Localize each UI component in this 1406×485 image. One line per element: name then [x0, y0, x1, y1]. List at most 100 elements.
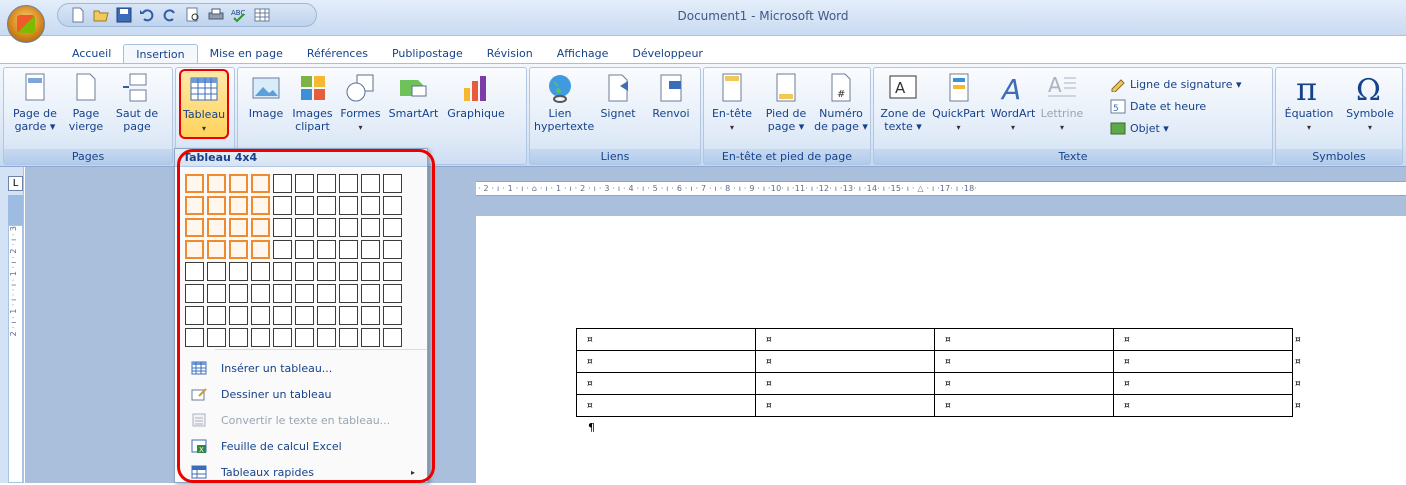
grid-cell[interactable]: [339, 262, 358, 281]
table-cell[interactable]: ¤: [576, 350, 756, 373]
grid-cell[interactable]: [229, 240, 248, 259]
grid-cell[interactable]: [317, 306, 336, 325]
grid-cell[interactable]: [361, 284, 380, 303]
grid-cell[interactable]: [339, 218, 358, 237]
date-et-heure-button[interactable]: 5 Date et heure: [1110, 98, 1206, 114]
grid-cell[interactable]: [317, 262, 336, 281]
grid-cell[interactable]: [207, 174, 226, 193]
lien-hypertexte-button[interactable]: Lien hypertexte: [534, 72, 594, 133]
grid-cell[interactable]: [185, 306, 204, 325]
table-size-grid[interactable]: [185, 174, 402, 347]
clipart-button[interactable]: Images clipart: [290, 72, 335, 133]
grid-cell[interactable]: [295, 196, 314, 215]
grid-cell[interactable]: [295, 174, 314, 193]
grid-cell[interactable]: [229, 284, 248, 303]
grid-cell[interactable]: [361, 328, 380, 347]
grid-cell[interactable]: [339, 284, 358, 303]
grid-cell[interactable]: [229, 218, 248, 237]
table-cell[interactable]: ¤: [934, 394, 1114, 417]
zone-de-texte-button[interactable]: A Zone de texte ▾: [877, 72, 929, 133]
grid-cell[interactable]: [383, 284, 402, 303]
grid-cell[interactable]: [185, 328, 204, 347]
table-cell[interactable]: ¤: [576, 394, 756, 417]
grid-cell[interactable]: [229, 174, 248, 193]
grid-cell[interactable]: [361, 240, 380, 259]
grid-cell[interactable]: [229, 306, 248, 325]
symbole-button[interactable]: Ω Symbole ▾: [1342, 72, 1398, 134]
grid-cell[interactable]: [273, 262, 292, 281]
grid-cell[interactable]: [273, 284, 292, 303]
grid-cell[interactable]: [361, 306, 380, 325]
grid-cell[interactable]: [317, 284, 336, 303]
document-page[interactable]: ¤ ¤ ¤ ¤ ¤ ¤ ¤ ¤ ¤ ¤ ¤ ¤ ¤ ¤ ¤ ¤ ¤ ¤ ¤ ¤ ¶: [476, 216, 1406, 483]
grid-cell[interactable]: [185, 196, 204, 215]
table-cell[interactable]: ¤: [755, 372, 935, 395]
table-cell[interactable]: ¤: [576, 372, 756, 395]
grid-cell[interactable]: [295, 284, 314, 303]
lettrine-button[interactable]: A Lettrine ▾: [1040, 72, 1084, 134]
table-cell[interactable]: ¤: [1113, 328, 1293, 351]
tab-affichage[interactable]: Affichage: [545, 44, 621, 64]
table-cell[interactable]: ¤: [934, 350, 1114, 373]
grid-cell[interactable]: [273, 218, 292, 237]
smartart-button[interactable]: SmartArt: [386, 72, 441, 120]
page-break-button[interactable]: Saut de page: [112, 72, 162, 133]
grid-cell[interactable]: [339, 174, 358, 193]
table-cell[interactable]: ¤: [576, 328, 756, 351]
document-table[interactable]: ¤ ¤ ¤ ¤ ¤ ¤ ¤ ¤ ¤ ¤ ¤ ¤ ¤ ¤ ¤ ¤ ¤ ¤ ¤ ¤: [576, 328, 1305, 417]
grid-cell[interactable]: [251, 174, 270, 193]
grid-cell[interactable]: [229, 328, 248, 347]
horizontal-ruler[interactable]: · 2 · ı · 1 · ı · ⌂ · ı · 1 · ı · 2 · ı …: [476, 181, 1406, 196]
grid-cell[interactable]: [317, 328, 336, 347]
menu-item-tableaux-rapides[interactable]: Tableaux rapides ▸: [175, 459, 427, 485]
grid-cell[interactable]: [251, 218, 270, 237]
table-cell[interactable]: ¤: [755, 394, 935, 417]
signet-button[interactable]: Signet: [596, 72, 640, 120]
grid-cell[interactable]: [273, 196, 292, 215]
table-cell[interactable]: ¤: [1113, 394, 1293, 417]
wordart-button[interactable]: A WordArt ▾: [988, 72, 1038, 134]
tab-insertion[interactable]: Insertion: [123, 44, 198, 64]
table-cell[interactable]: ¤: [1113, 372, 1293, 395]
grid-cell[interactable]: [207, 328, 226, 347]
grid-cell[interactable]: [251, 196, 270, 215]
grid-cell[interactable]: [229, 196, 248, 215]
tab-references[interactable]: Références: [295, 44, 380, 64]
grid-cell[interactable]: [185, 262, 204, 281]
menu-item-feuille-excel[interactable]: X Feuille de calcul Excel: [175, 433, 427, 459]
tab-selector[interactable]: L: [8, 176, 23, 191]
tab-developpeur[interactable]: Développeur: [620, 44, 715, 64]
grid-cell[interactable]: [383, 174, 402, 193]
quickpart-button[interactable]: QuickPart ▾: [931, 72, 986, 134]
grid-cell[interactable]: [229, 262, 248, 281]
graphique-button[interactable]: Graphique: [446, 72, 506, 120]
grid-cell[interactable]: [295, 328, 314, 347]
grid-cell[interactable]: [185, 284, 204, 303]
grid-cell[interactable]: [273, 240, 292, 259]
tab-publipostage[interactable]: Publipostage: [380, 44, 475, 64]
ligne-de-signature-button[interactable]: Ligne de signature ▾: [1110, 76, 1241, 92]
grid-cell[interactable]: [185, 218, 204, 237]
entete-button[interactable]: En-tête ▾: [707, 72, 757, 134]
image-button[interactable]: Image: [246, 72, 286, 120]
grid-cell[interactable]: [273, 306, 292, 325]
grid-cell[interactable]: [339, 328, 358, 347]
grid-cell[interactable]: [317, 218, 336, 237]
grid-cell[interactable]: [207, 284, 226, 303]
grid-cell[interactable]: [383, 196, 402, 215]
grid-cell[interactable]: [361, 218, 380, 237]
grid-cell[interactable]: [295, 306, 314, 325]
grid-cell[interactable]: [295, 240, 314, 259]
pied-de-page-button[interactable]: Pied de page ▾: [760, 72, 812, 133]
table-cell[interactable]: ¤: [755, 328, 935, 351]
vertical-ruler[interactable]: 2 · ı · 1 · ı · · ı · 1 · ı · 2 · ı · 3: [8, 225, 23, 483]
grid-cell[interactable]: [207, 306, 226, 325]
grid-cell[interactable]: [207, 262, 226, 281]
menu-item-convertir-texte[interactable]: Convertir le texte en tableau...: [175, 407, 427, 433]
grid-cell[interactable]: [383, 218, 402, 237]
grid-cell[interactable]: [383, 262, 402, 281]
grid-cell[interactable]: [207, 240, 226, 259]
grid-cell[interactable]: [361, 196, 380, 215]
equation-button[interactable]: π Équation ▾: [1280, 72, 1338, 134]
grid-cell[interactable]: [273, 328, 292, 347]
